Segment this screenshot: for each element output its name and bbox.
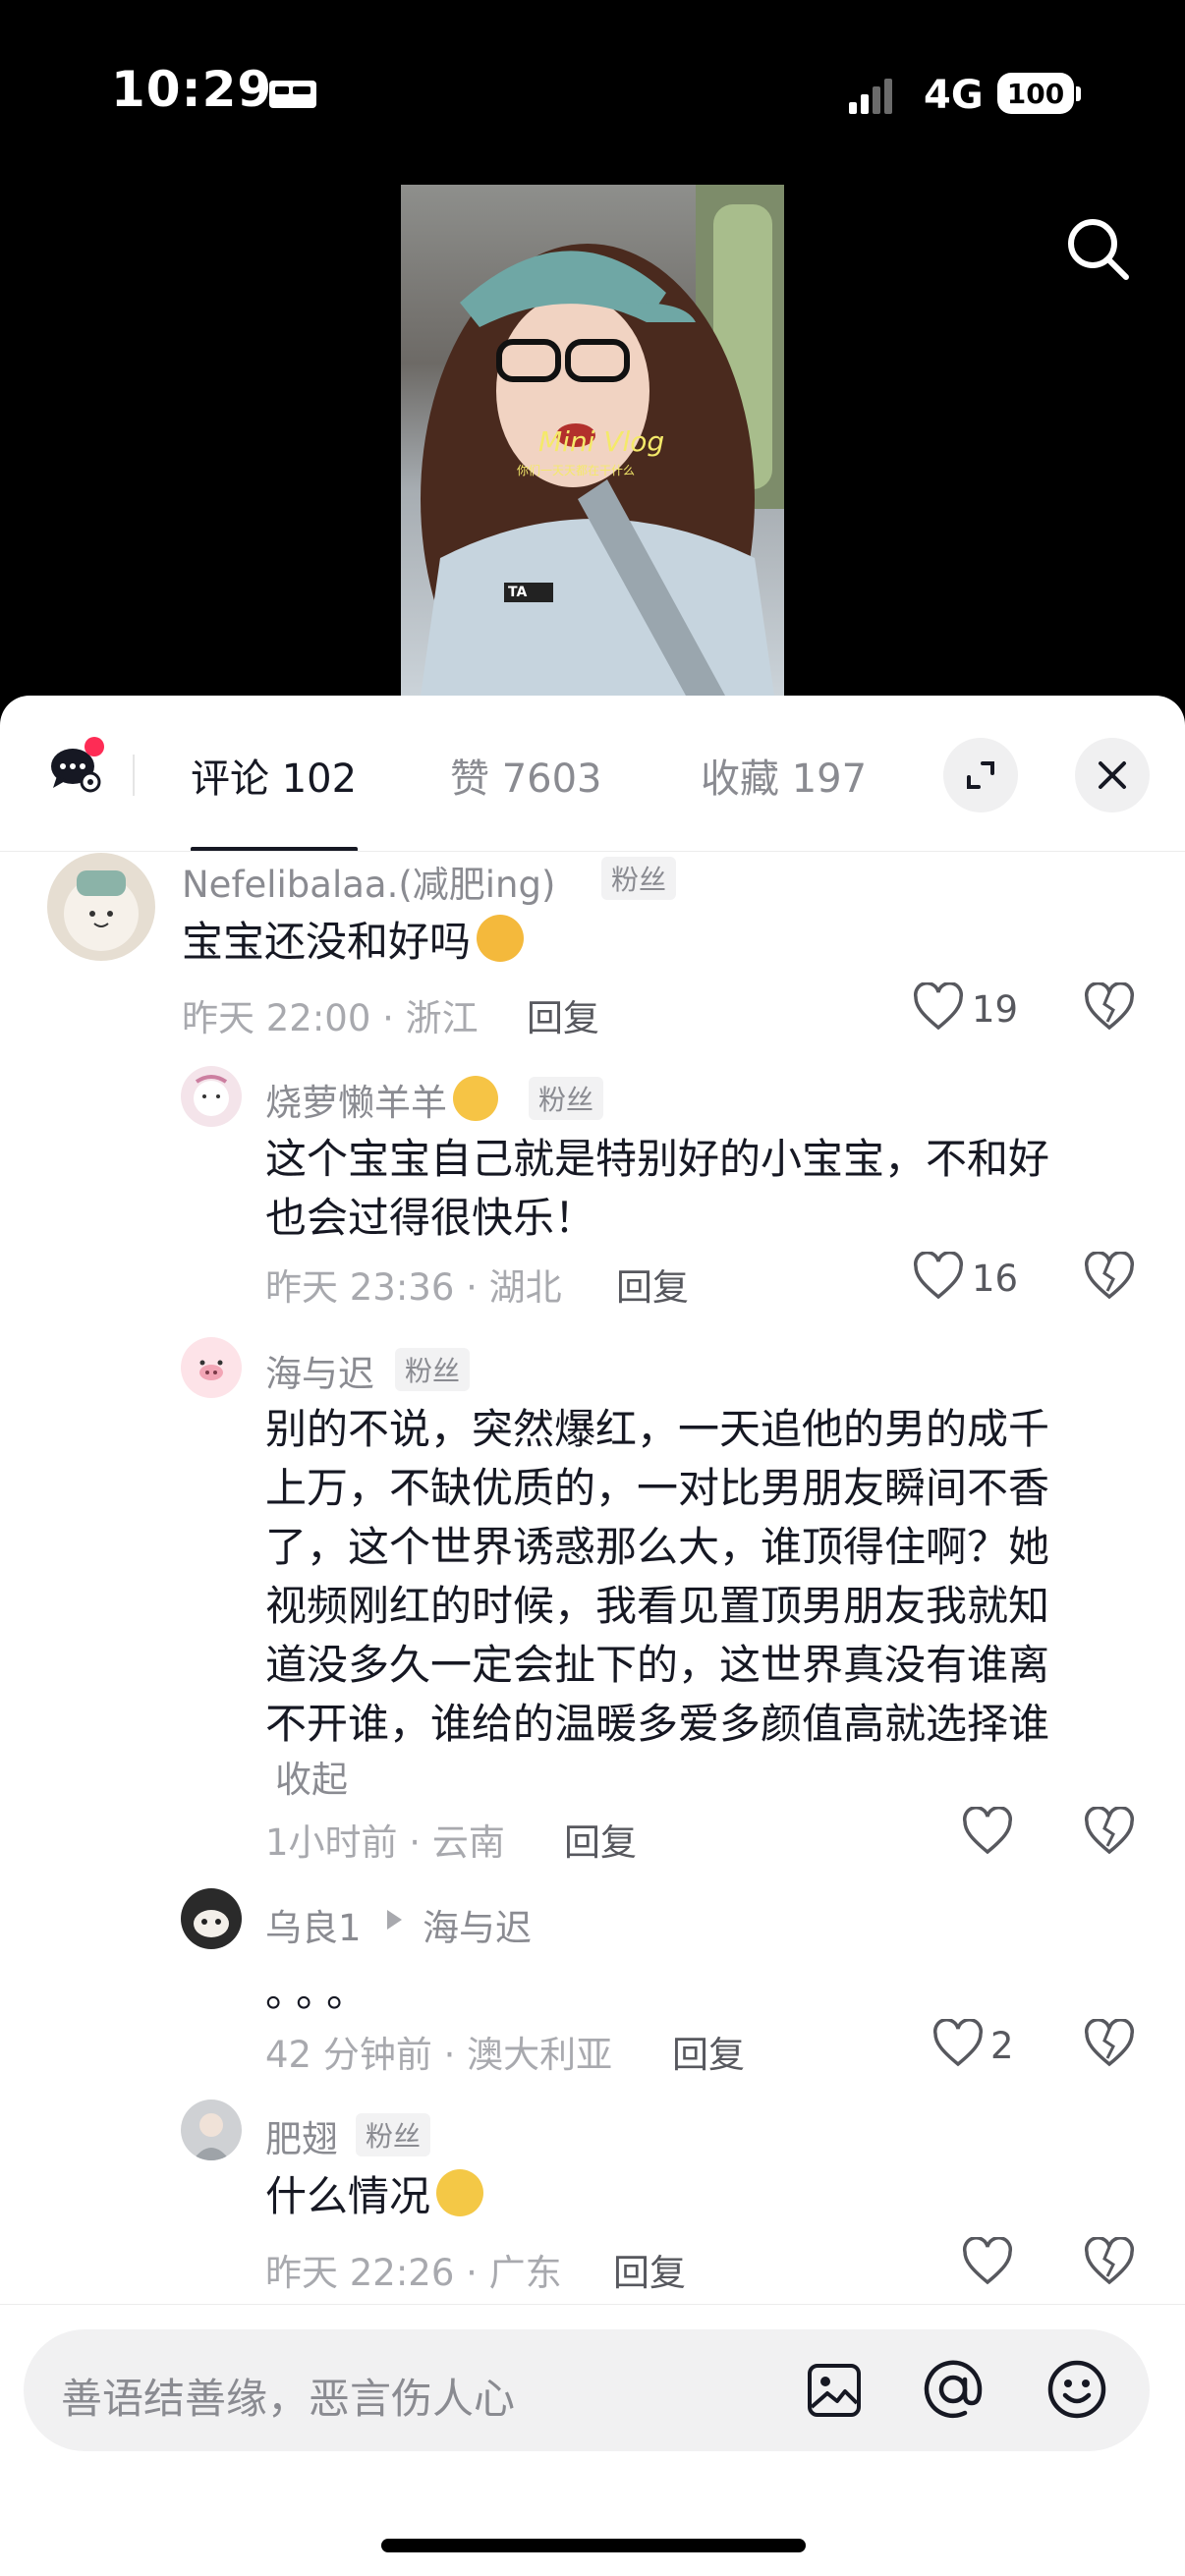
comment-text-line: 不开谁，谁给的温暖多爱多颜值高就选择谁 xyxy=(265,1700,1050,1748)
comment-text-line: 这个宝宝自己就是特别好的小宝宝，不和好 xyxy=(265,1135,1050,1183)
comment-avatar[interactable] xyxy=(47,853,155,961)
tab-favorites[interactable]: 收藏 197 xyxy=(701,747,867,804)
like-count: 19 xyxy=(972,988,1019,1031)
jacket-text: TA xyxy=(508,585,528,600)
comment-text-line: 视频刚红的时候，我看见置顶男朋友我就知 xyxy=(265,1582,1050,1630)
comment-avatar[interactable] xyxy=(181,1066,242,1127)
comment-text-line: 别的不说，突然爆红，一天追他的男的成千 xyxy=(265,1405,1050,1453)
dislike-broken-heart-icon[interactable] xyxy=(1083,2019,1136,2068)
dislike-broken-heart-icon[interactable] xyxy=(1083,2237,1136,2286)
battery-tip xyxy=(1076,86,1081,101)
avatar-illustration xyxy=(193,2113,230,2160)
fan-badge: 粉丝 xyxy=(395,1348,471,1391)
search-icon[interactable] xyxy=(1063,214,1132,283)
comment-meta: 42 分钟前 · 澳大利亚 xyxy=(265,2034,613,2076)
comment-text: 。。。 xyxy=(265,1968,378,2016)
close-button[interactable] xyxy=(1075,738,1150,812)
avatar-illustration xyxy=(194,1075,229,1116)
emoji-icon[interactable] xyxy=(1045,2358,1108,2421)
commenter-name[interactable]: 海与迟 xyxy=(265,1344,374,1397)
reply-button[interactable]: 回复 xyxy=(672,2025,745,2078)
video-overlay-title: Mini Vlog xyxy=(538,425,665,458)
comment-avatar[interactable] xyxy=(181,1888,242,1949)
fan-badge: 粉丝 xyxy=(356,2113,431,2156)
comment-meta: 昨天 22:00 · 浙江 xyxy=(182,997,479,1039)
like-count: 2 xyxy=(990,2025,1014,2067)
like-heart-icon[interactable] xyxy=(961,1807,1014,1856)
comment-avatar[interactable] xyxy=(181,1337,242,1398)
dislike-broken-heart-icon[interactable] xyxy=(1083,982,1136,1032)
input-separator xyxy=(0,2304,1185,2305)
comment-text: 宝宝还没和好吗 xyxy=(182,913,525,972)
reply-arrow-icon xyxy=(387,1910,402,1930)
tab-comments[interactable]: 评论 102 xyxy=(191,747,357,804)
commenter-name[interactable]: 烧萝懒羊羊 xyxy=(265,1073,498,1126)
video-thumbnail[interactable]: Mini Vlog 你们一天天都在干什么 TA xyxy=(401,185,784,696)
crying-emoji-icon xyxy=(477,915,525,962)
like-heart-icon[interactable] xyxy=(961,2237,1014,2286)
pig-avatar-illustration xyxy=(199,1360,223,1380)
sleep-focus-icon xyxy=(269,81,316,108)
like-count: 16 xyxy=(972,1258,1019,1300)
comment-text-line: 道没多久一定会扯下的，这世界真没有谁离 xyxy=(265,1641,1050,1689)
comment-meta: 1小时前 · 云南 xyxy=(265,1821,505,1864)
reply-button[interactable]: 回复 xyxy=(564,1813,637,1866)
tab-likes[interactable]: 赞 7603 xyxy=(450,747,602,804)
comment-meta: 昨天 23:36 · 湖北 xyxy=(265,1266,562,1309)
dislike-broken-heart-icon[interactable] xyxy=(1083,1807,1136,1856)
mention-icon[interactable] xyxy=(922,2358,985,2421)
reply-button[interactable]: 回复 xyxy=(613,2243,686,2296)
reply-to-name[interactable]: 海与迟 xyxy=(423,1898,532,1951)
comment-text: 什么情况 xyxy=(265,2167,484,2226)
video-overlay-subtitle: 你们一天天都在干什么 xyxy=(517,464,636,477)
like-heart-icon[interactable] xyxy=(912,1252,965,1301)
smile-emoji-icon xyxy=(453,1076,498,1121)
dizzy-emoji-icon xyxy=(436,2169,484,2216)
reply-button[interactable]: 回复 xyxy=(527,988,599,1041)
cat-avatar-illustration xyxy=(194,1910,229,1937)
like-heart-icon[interactable] xyxy=(931,2019,985,2068)
status-time: 10:29 xyxy=(111,61,273,118)
commenter-name[interactable]: 肥翅 xyxy=(265,2109,338,2162)
home-indicator[interactable] xyxy=(381,2539,806,2552)
comment-text-line: 也会过得很快乐！ xyxy=(265,1194,596,1242)
battery-indicator: 100 xyxy=(997,73,1074,114)
header-separator xyxy=(0,851,1185,852)
commenter-name[interactable]: Nefelibalaa.(减肥ing) xyxy=(182,855,555,908)
expand-icon xyxy=(967,761,994,789)
comment-input-placeholder: 善语结善缘，恶言伤人心 xyxy=(61,2375,516,2423)
commenter-name[interactable]: 乌良1 xyxy=(265,1898,362,1951)
comment-avatar[interactable] xyxy=(181,2100,242,2160)
comment-text-line: 上万，不缺优质的，一对比男朋友瞬间不香 xyxy=(265,1464,1050,1512)
cellular-signal-icon xyxy=(849,79,892,114)
fan-badge: 粉丝 xyxy=(529,1077,604,1120)
avatar-illustration xyxy=(64,870,139,951)
tab-divider xyxy=(133,755,135,796)
dislike-broken-heart-icon[interactable] xyxy=(1083,1252,1136,1301)
reply-button[interactable]: 回复 xyxy=(616,1258,689,1311)
comment-text-line: 了，这个世界诱惑那么大，谁顶得住啊？她 xyxy=(265,1523,1050,1571)
collapse-button[interactable]: 收起 xyxy=(275,1750,348,1803)
close-icon xyxy=(1099,761,1126,789)
fan-badge: 粉丝 xyxy=(601,857,677,900)
image-picker-icon[interactable] xyxy=(806,2362,863,2419)
expand-button[interactable] xyxy=(943,738,1018,812)
notification-dot xyxy=(85,737,104,756)
like-heart-icon[interactable] xyxy=(912,982,965,1032)
comment-meta: 昨天 22:26 · 广东 xyxy=(265,2252,562,2294)
network-type: 4G xyxy=(924,73,984,118)
